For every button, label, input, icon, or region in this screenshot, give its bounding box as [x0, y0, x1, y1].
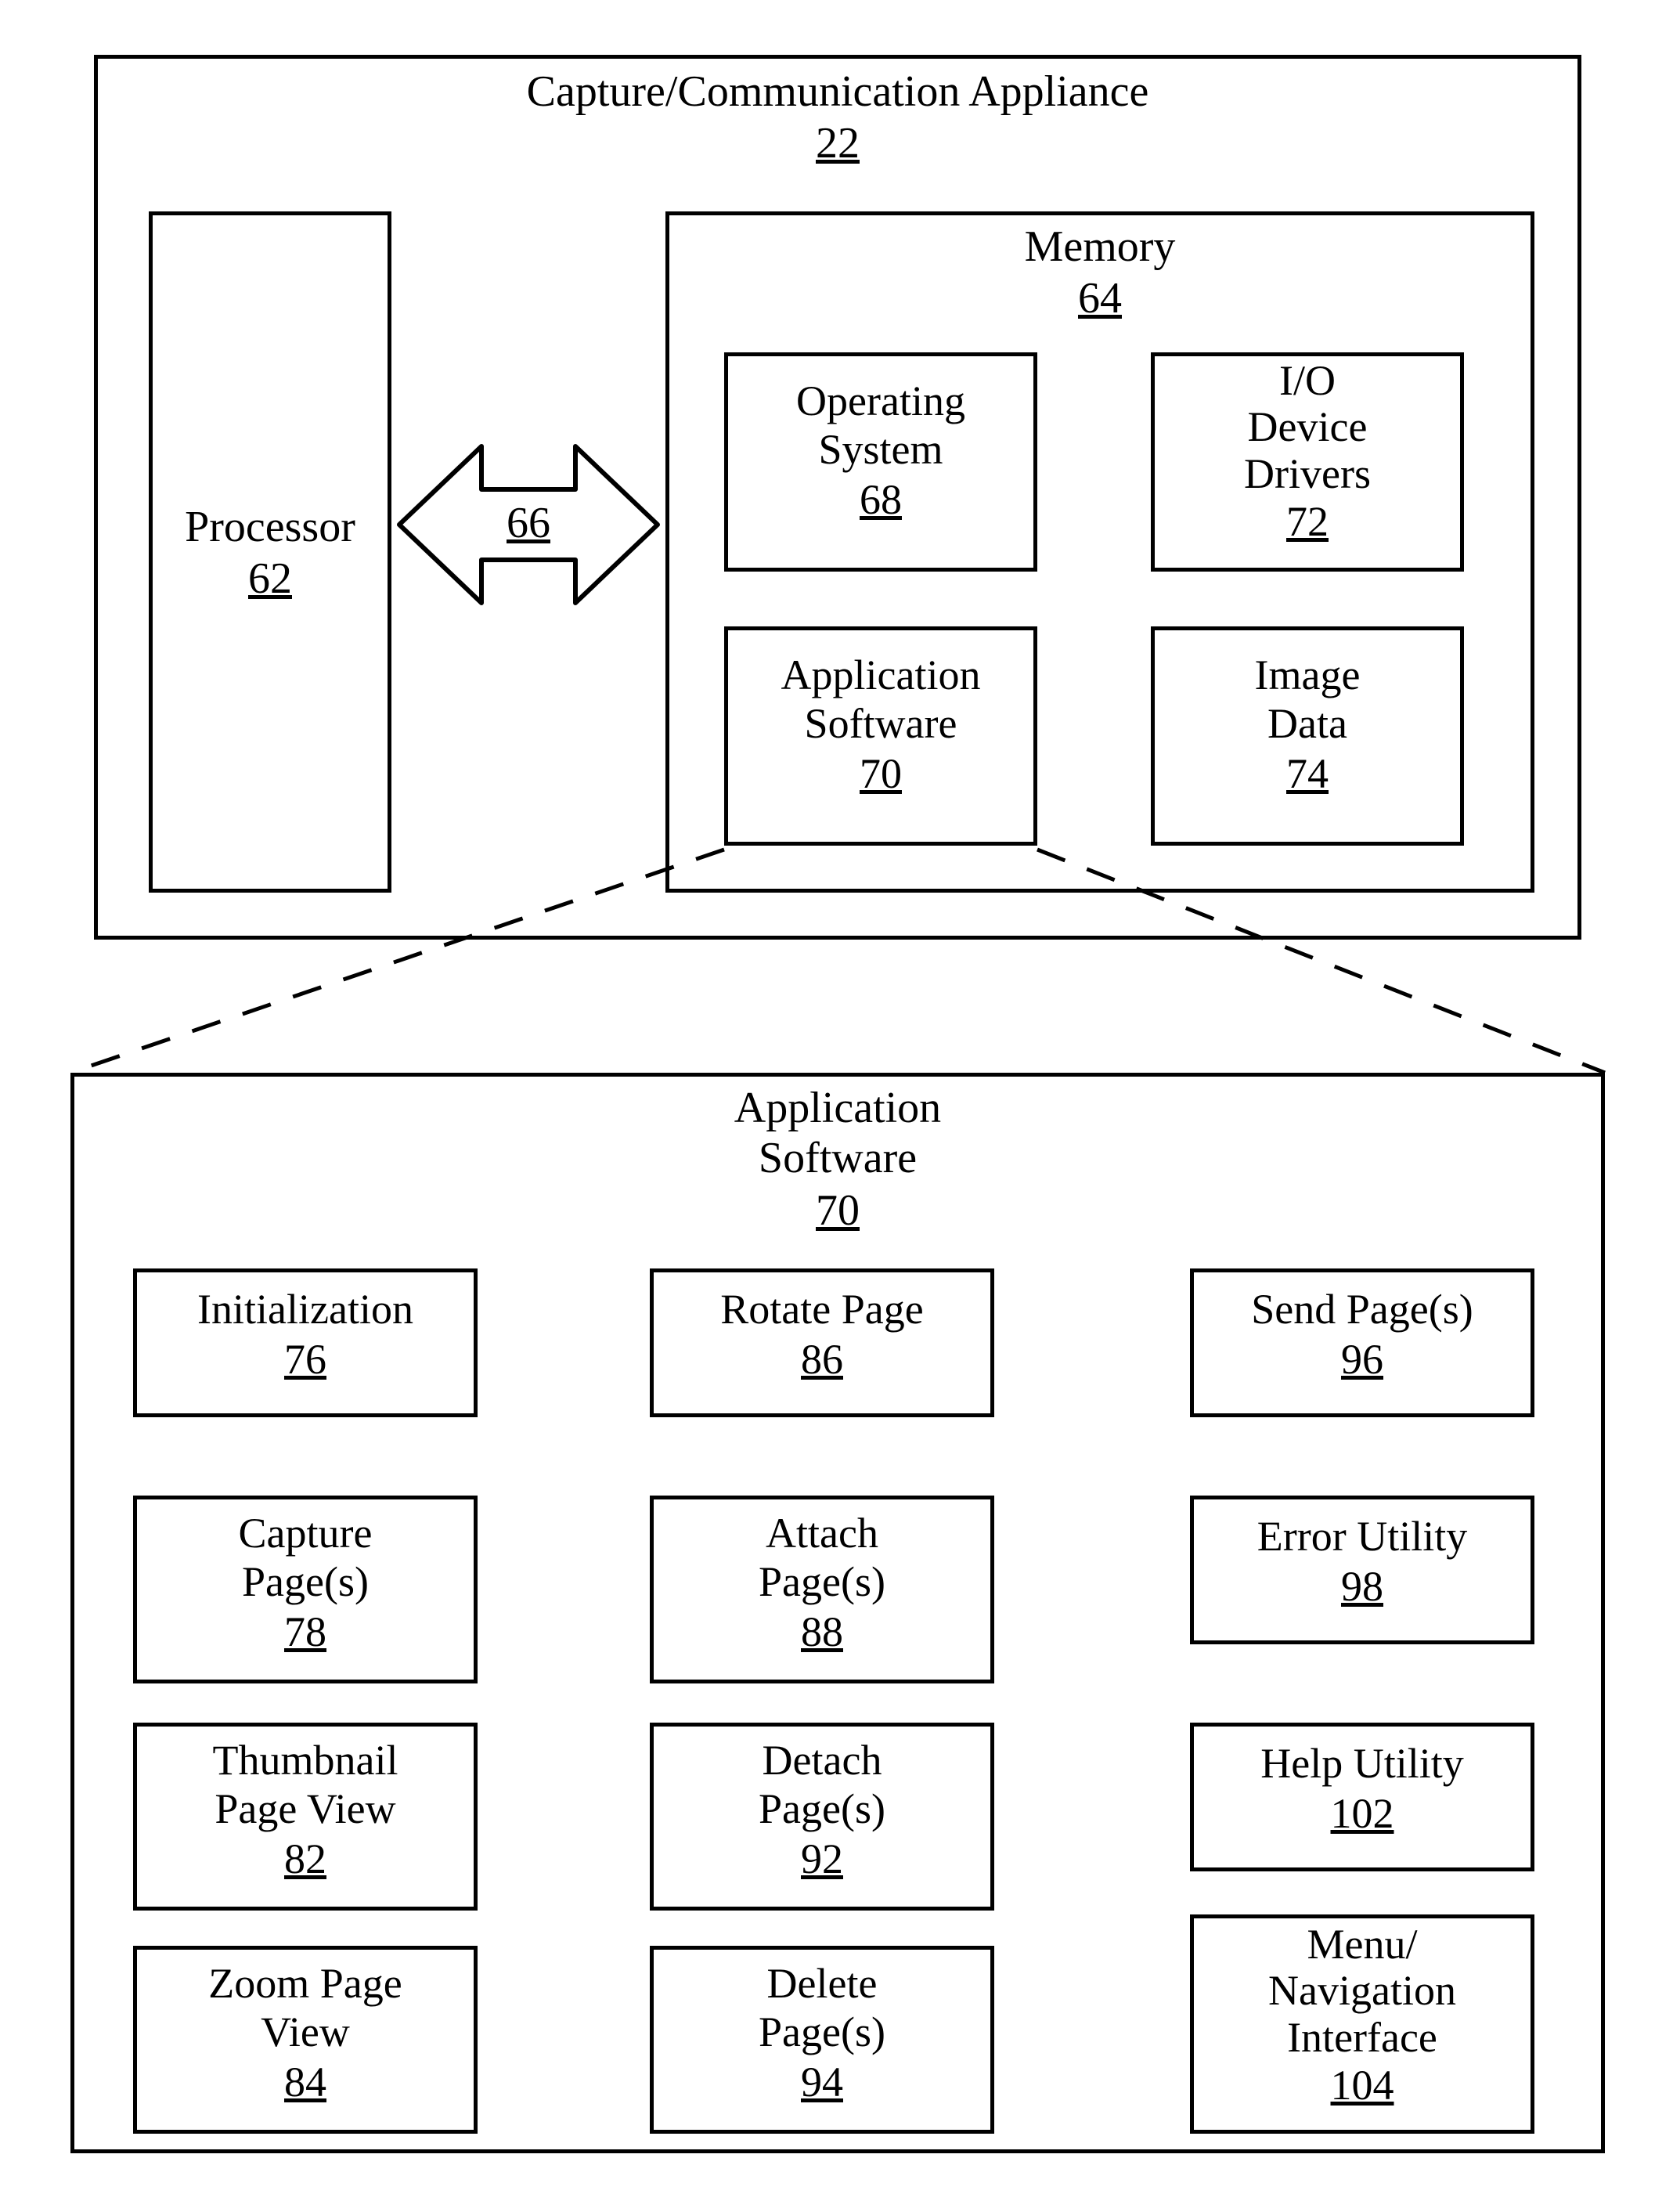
box-help-utility: Help Utility 102: [1190, 1723, 1534, 1871]
box-initialization: Initialization 76: [133, 1268, 478, 1417]
detach-l2: Page(s): [759, 1785, 885, 1832]
rotate-ref: 86: [801, 1335, 843, 1384]
capture-l2: Page(s): [242, 1558, 369, 1605]
initialization-l1: Initialization: [197, 1286, 413, 1333]
zoom-l2: View: [261, 2008, 350, 2055]
box-send-pages: Send Page(s) 96: [1190, 1268, 1534, 1417]
menu-l1: Menu/: [1307, 1921, 1418, 1968]
send-ref: 96: [1341, 1335, 1383, 1384]
initialization-ref: 76: [284, 1335, 326, 1384]
box-menu-nav: Menu/ Navigation Interface 104: [1190, 1914, 1534, 2134]
error-l1: Error Utility: [1257, 1513, 1467, 1560]
rotate-l1: Rotate Page: [720, 1286, 923, 1333]
box-attach-pages: Attach Page(s) 88: [650, 1496, 994, 1683]
menu-ref: 104: [1331, 2062, 1394, 2109]
delete-l1: Delete: [767, 1960, 878, 2007]
box-thumbnail-view: Thumbnail Page View 82: [133, 1723, 478, 1911]
appsoft-detail-l1: Application: [734, 1084, 941, 1132]
help-ref: 102: [1331, 1789, 1394, 1838]
appsoft-detail-l2: Software: [759, 1134, 917, 1182]
thumb-l1: Thumbnail: [213, 1737, 398, 1784]
attach-ref: 88: [801, 1608, 843, 1656]
attach-l1: Attach: [766, 1510, 878, 1557]
detach-ref: 92: [801, 1835, 843, 1883]
box-delete-pages: Delete Page(s) 94: [650, 1946, 994, 2134]
capture-l1: Capture: [239, 1510, 373, 1557]
appsoft-detail-ref: 70: [816, 1185, 860, 1236]
box-error-utility: Error Utility 98: [1190, 1496, 1534, 1644]
appsoft-detail-title-block: Application Software 70: [74, 1077, 1601, 1236]
detach-l1: Detach: [763, 1737, 882, 1784]
box-zoom-view: Zoom Page View 84: [133, 1946, 478, 2134]
box-capture-pages: Capture Page(s) 78: [133, 1496, 478, 1683]
menu-l3: Interface: [1287, 2014, 1437, 2061]
thumb-ref: 82: [284, 1835, 326, 1883]
capture-ref: 78: [284, 1608, 326, 1656]
delete-ref: 94: [801, 2058, 843, 2106]
error-ref: 98: [1341, 1562, 1383, 1611]
help-l1: Help Utility: [1260, 1740, 1463, 1787]
box-rotate-page: Rotate Page 86: [650, 1268, 994, 1417]
menu-l2: Navigation: [1268, 1967, 1456, 2014]
box-detach-pages: Detach Page(s) 92: [650, 1723, 994, 1911]
thumb-l2: Page View: [215, 1785, 395, 1832]
diagram-canvas: Capture/Communication Appliance 22 Proce…: [31, 31, 1642, 2181]
attach-l2: Page(s): [759, 1558, 885, 1605]
zoom-ref: 84: [284, 2058, 326, 2106]
send-l1: Send Page(s): [1251, 1286, 1473, 1333]
zoom-l1: Zoom Page: [208, 1960, 402, 2007]
delete-l2: Page(s): [759, 2008, 885, 2055]
